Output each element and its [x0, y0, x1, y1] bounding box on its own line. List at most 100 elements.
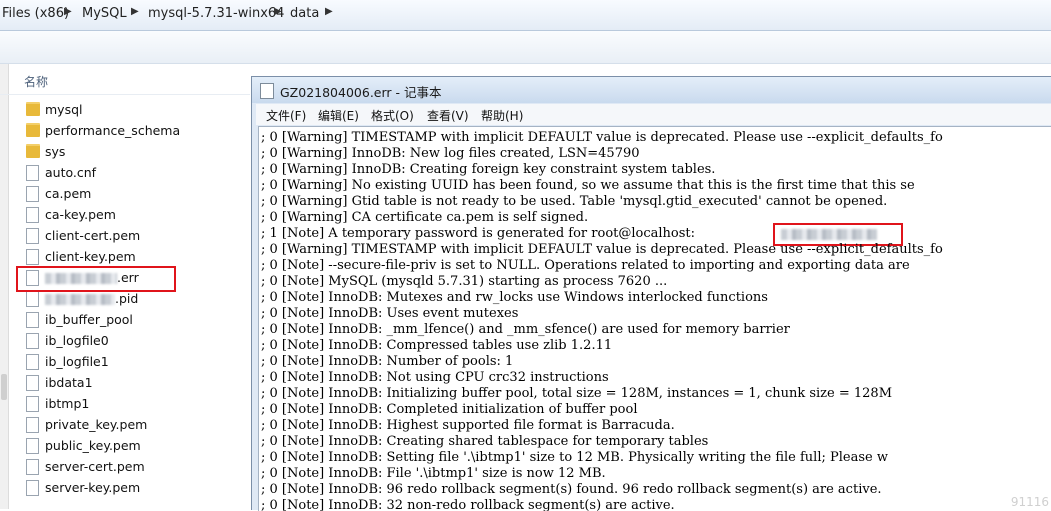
notepad-icon: [260, 83, 274, 99]
list-item[interactable]: ibtmp1: [24, 394, 244, 414]
file-name: client-key.pem: [45, 249, 136, 264]
file-icon: [26, 165, 39, 181]
log-line: ; 0 [Note] InnoDB: Completed initializat…: [261, 402, 638, 417]
list-item-pid-file[interactable]: .pid: [24, 289, 244, 309]
notepad-title-bar[interactable]: GZ021804006.err - 记事本: [252, 77, 1051, 103]
log-line: ; 0 [Note] InnoDB: Uses event mutexes: [261, 306, 519, 321]
log-line: ; 0 [Note] InnoDB: Number of pools: 1: [261, 354, 514, 369]
log-line: ; 0 [Note] InnoDB: 32 non-redo rollback …: [261, 498, 675, 511]
window-title: GZ021804006.err - 记事本: [280, 85, 442, 100]
menu-help[interactable]: 帮助(H): [481, 107, 523, 124]
list-item[interactable]: ib_buffer_pool: [24, 310, 244, 330]
list-item[interactable]: client-cert.pem: [24, 226, 244, 246]
list-item[interactable]: ca-key.pem: [24, 205, 244, 225]
list-item[interactable]: private_key.pem: [24, 415, 244, 435]
menu-edit[interactable]: 编辑(E): [318, 107, 359, 124]
notepad-window: GZ021804006.err - 记事本 文件(F) 编辑(E) 格式(O) …: [251, 76, 1051, 511]
file-icon: [26, 375, 39, 391]
list-item[interactable]: server-key.pem: [24, 478, 244, 498]
log-line: ; 0 [Note] InnoDB: File '.\ibtmp1' size …: [261, 466, 606, 481]
file-icon: [26, 291, 39, 307]
file-icon: [26, 207, 39, 223]
menu-view[interactable]: 查看(V): [427, 107, 469, 124]
list-item[interactable]: ib_logfile1: [24, 352, 244, 372]
address-bar[interactable]: Files (x86) ▶ MySQL ▶ mysql-5.7.31-winx6…: [0, 0, 1051, 31]
list-item[interactable]: client-key.pem: [24, 247, 244, 267]
log-line: ; 0 [Warning] CA certificate ca.pem is s…: [261, 210, 589, 225]
file-icon: [26, 312, 39, 328]
list-item[interactable]: performance_schema: [24, 121, 244, 141]
file-icon: [26, 249, 39, 265]
file-name: ibtmp1: [45, 396, 90, 411]
log-line: ; 0 [Note] InnoDB: 96 redo rollback segm…: [261, 482, 882, 497]
file-icon: [26, 438, 39, 454]
list-item[interactable]: ib_logfile0: [24, 331, 244, 351]
file-name: client-cert.pem: [45, 228, 141, 243]
breadcrumb-separator-icon[interactable]: ▶: [131, 6, 139, 17]
watermark: 91116: [1010, 495, 1049, 509]
log-line: ; 0 [Note] --secure-file-priv is set to …: [261, 258, 910, 273]
file-name: sys: [45, 144, 66, 159]
breadcrumb-mysql[interactable]: MySQL: [82, 6, 127, 21]
header-divider: [0, 94, 250, 95]
scrollbar-thumb[interactable]: [1, 374, 7, 400]
log-line: ; 0 [Note] InnoDB: Setting file '.\ibtmp…: [261, 450, 888, 465]
list-item[interactable]: ibdata1: [24, 373, 244, 393]
list-item[interactable]: server-cert.pem: [24, 457, 244, 477]
list-item[interactable]: public_key.pem: [24, 436, 244, 456]
log-line: ; 0 [Warning] InnoDB: New log files crea…: [261, 146, 640, 161]
file-icon: [26, 333, 39, 349]
file-icon: [26, 228, 39, 244]
file-name: mysql: [45, 102, 83, 117]
log-line: ; 0 [Note] MySQL (mysqld 5.7.31) startin…: [261, 274, 668, 289]
log-line-temp-password: ; 1 [Note] A temporary password is gener…: [261, 226, 700, 241]
file-name: ib_logfile0: [45, 333, 109, 348]
list-item[interactable]: ca.pem: [24, 184, 244, 204]
scrollbar[interactable]: [0, 64, 9, 509]
file-name: ib_logfile1: [45, 354, 109, 369]
file-name: private_key.pem: [45, 417, 148, 432]
breadcrumb-files-x86[interactable]: Files (x86): [2, 6, 69, 21]
file-name: auto.cnf: [45, 165, 97, 180]
list-item[interactable]: auto.cnf: [24, 163, 244, 183]
folder-icon: [26, 123, 40, 137]
redacted-blur: [45, 294, 115, 305]
file-icon: [26, 396, 39, 412]
file-name: .pid: [45, 291, 138, 306]
list-item[interactable]: sys: [24, 142, 244, 162]
folder-icon: [26, 102, 40, 116]
file-icon: [26, 480, 39, 496]
menu-bar: 文件(F) 编辑(E) 格式(O) 查看(V) 帮助(H): [256, 104, 1051, 125]
list-item[interactable]: mysql: [24, 100, 244, 120]
explorer-toolbar: [0, 31, 1051, 64]
file-icon: [26, 354, 39, 370]
breadcrumb-separator-icon[interactable]: ▶: [274, 6, 282, 17]
file-name: ca.pem: [45, 186, 92, 201]
menu-format[interactable]: 格式(O): [371, 107, 414, 124]
highlight-box-err-file: [16, 266, 176, 292]
file-icon: [26, 459, 39, 475]
breadcrumb-separator-icon[interactable]: ▶: [64, 6, 72, 17]
breadcrumb-data[interactable]: data: [290, 6, 319, 21]
log-line: ; 0 [Warning] No existing UUID has been …: [261, 178, 915, 193]
column-header-name[interactable]: 名称: [24, 73, 48, 90]
log-line: ; 0 [Note] InnoDB: _mm_lfence() and _mm_…: [261, 322, 790, 337]
log-line: ; 0 [Note] InnoDB: Mutexes and rw_locks …: [261, 290, 768, 305]
log-line: ; 0 [Note] InnoDB: Not using CPU crc32 i…: [261, 370, 609, 385]
breadcrumb-mysql-version[interactable]: mysql-5.7.31-winx64: [148, 6, 284, 21]
file-icon: [26, 186, 39, 202]
breadcrumb-separator-icon[interactable]: ▶: [325, 6, 333, 17]
file-name: server-key.pem: [45, 480, 141, 495]
file-name: public_key.pem: [45, 438, 141, 453]
file-name: ca-key.pem: [45, 207, 116, 222]
log-line: ; 0 [Warning] Gtid table is not ready to…: [261, 194, 888, 209]
menu-file[interactable]: 文件(F): [266, 107, 306, 124]
file-name: ib_buffer_pool: [45, 312, 133, 327]
log-line: ; 0 [Warning] TIMESTAMP with implicit DE…: [261, 242, 943, 257]
file-icon: [26, 417, 39, 433]
log-line: ; 0 [Note] InnoDB: Initializing buffer p…: [261, 386, 893, 401]
file-name: performance_schema: [45, 123, 181, 138]
text-editor[interactable]: ; 0 [Warning] TIMESTAMP with implicit DE…: [258, 126, 1051, 511]
log-line: ; 0 [Note] InnoDB: Highest supported fil…: [261, 418, 675, 433]
file-list: 名称 mysql performance_schema sys auto.cnf…: [0, 64, 250, 509]
